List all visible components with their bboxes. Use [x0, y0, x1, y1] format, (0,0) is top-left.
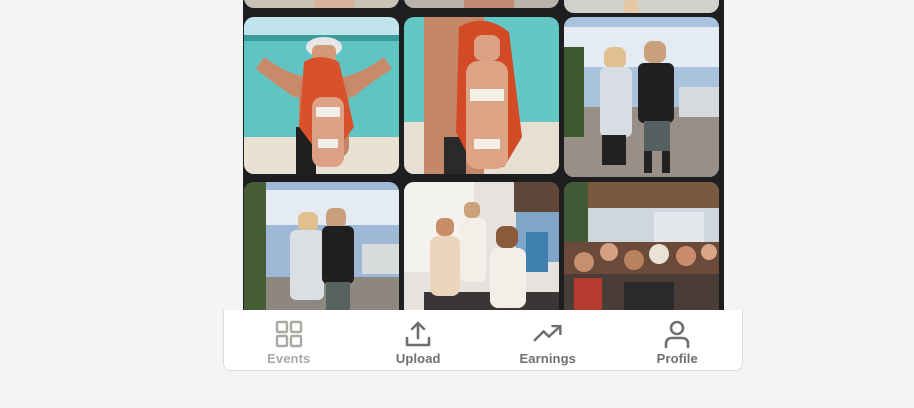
tab-earnings[interactable]: Earnings	[483, 310, 613, 370]
photo-thumbnail[interactable]	[404, 0, 559, 8]
photo-thumbnail[interactable]	[564, 17, 719, 177]
upload-icon	[405, 321, 431, 347]
person-icon	[664, 320, 690, 349]
photo-thumbnail[interactable]	[404, 182, 559, 310]
tab-upload[interactable]: Upload	[354, 310, 484, 370]
tab-upload-label: Upload	[395, 351, 441, 366]
photo-thumbnail[interactable]	[404, 17, 559, 174]
trending-up-icon	[533, 324, 562, 342]
grid-icon	[275, 320, 302, 348]
photo-thumbnail[interactable]	[564, 182, 719, 310]
mobile-app-frame: Events Upload Earnings Profile	[223, 0, 743, 371]
tab-events[interactable]: Events	[224, 310, 354, 370]
photo-thumbnail[interactable]	[244, 182, 399, 310]
photo-gallery[interactable]	[243, 0, 724, 310]
tab-profile[interactable]: Profile	[613, 310, 743, 370]
tab-profile-label: Profile	[656, 351, 698, 366]
tab-earnings-label: Earnings	[519, 351, 576, 366]
photo-thumbnail[interactable]	[244, 17, 399, 174]
photo-thumbnail[interactable]	[244, 0, 399, 8]
photo-thumbnail[interactable]	[564, 0, 719, 13]
tab-events-label: Events	[267, 351, 311, 366]
bottom-tab-bar: Events Upload Earnings Profile	[223, 310, 743, 371]
